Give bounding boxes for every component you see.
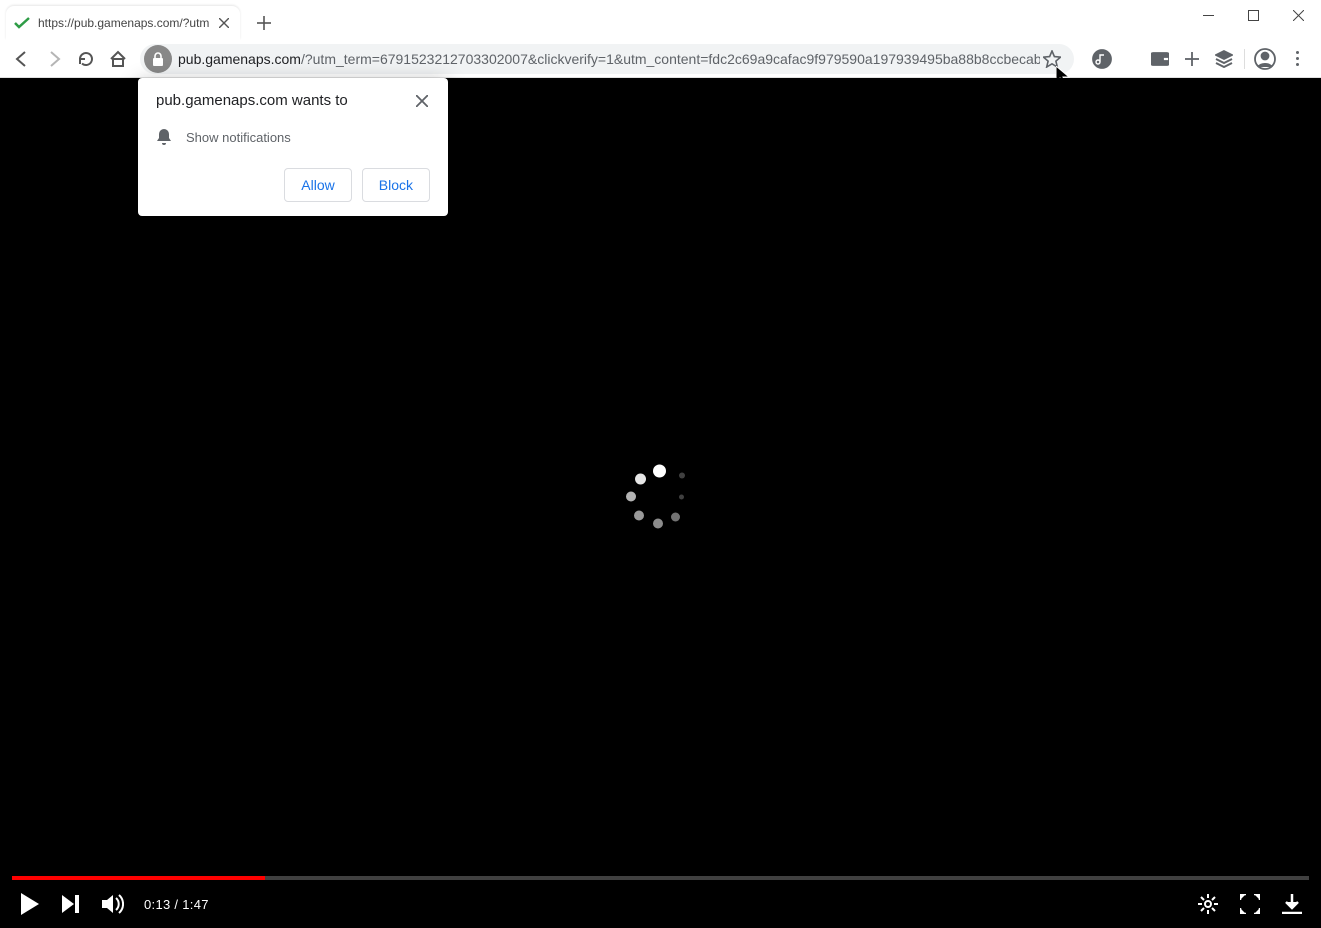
download-button[interactable] (1281, 893, 1303, 915)
video-time-display: 0:13 / 1:47 (144, 897, 209, 912)
permission-block-button[interactable]: Block (362, 168, 430, 202)
layers-extension-icon[interactable] (1208, 43, 1240, 75)
address-bar[interactable]: pub.gamenaps.com/?utm_term=6791523212703… (140, 44, 1074, 74)
lock-icon[interactable] (144, 45, 172, 73)
window-controls (1186, 0, 1321, 30)
extension-icons (1086, 43, 1313, 75)
address-text: pub.gamenaps.com/?utm_term=6791523212703… (178, 51, 1040, 67)
minimize-button[interactable] (1186, 0, 1231, 30)
permission-origin-text: pub.gamenaps.com wants to (156, 92, 348, 109)
tab-title: https://pub.gamenaps.com/?utm (38, 16, 216, 30)
toolbar-divider (1244, 49, 1245, 69)
loading-spinner-icon (626, 465, 696, 535)
permission-item-label: Show notifications (186, 130, 291, 145)
window-close-button[interactable] (1276, 0, 1321, 30)
address-host: pub.gamenaps.com (178, 51, 301, 67)
fullscreen-button[interactable] (1239, 893, 1261, 915)
toolbar: pub.gamenaps.com/?utm_term=6791523212703… (0, 40, 1321, 78)
address-path: /?utm_term=6791523212703302007&clickveri… (301, 51, 1040, 67)
permission-dialog: pub.gamenaps.com wants to Show notificat… (138, 78, 448, 216)
settings-button[interactable] (1197, 893, 1219, 915)
home-button[interactable] (102, 43, 134, 75)
permission-allow-button[interactable]: Allow (284, 168, 351, 202)
menu-button[interactable] (1281, 43, 1313, 75)
video-controls: 0:13 / 1:47 (0, 880, 1321, 928)
browser-tab[interactable]: https://pub.gamenaps.com/?utm (6, 6, 240, 40)
video-current-time: 0:13 (144, 897, 171, 912)
music-extension-icon[interactable] (1086, 43, 1118, 75)
play-button[interactable] (18, 893, 40, 915)
permission-item: Show notifications (156, 128, 430, 146)
new-tab-button[interactable] (250, 9, 278, 37)
video-duration: 1:47 (182, 897, 209, 912)
wallet-extension-icon[interactable] (1144, 43, 1176, 75)
reload-button[interactable] (70, 43, 102, 75)
tab-strip: https://pub.gamenaps.com/?utm (6, 6, 278, 40)
permission-close-button[interactable] (414, 92, 430, 114)
bell-icon (156, 128, 172, 146)
next-button[interactable] (60, 893, 82, 915)
maximize-button[interactable] (1231, 0, 1276, 30)
profile-avatar-icon[interactable] (1249, 43, 1281, 75)
checkmark-icon (14, 17, 30, 29)
back-button[interactable] (6, 43, 38, 75)
bookmark-star-icon[interactable] (1040, 44, 1064, 74)
volume-button[interactable] (102, 893, 124, 915)
forward-button[interactable] (38, 43, 70, 75)
plus-icon[interactable] (1176, 43, 1208, 75)
tab-close-button[interactable] (216, 15, 232, 31)
